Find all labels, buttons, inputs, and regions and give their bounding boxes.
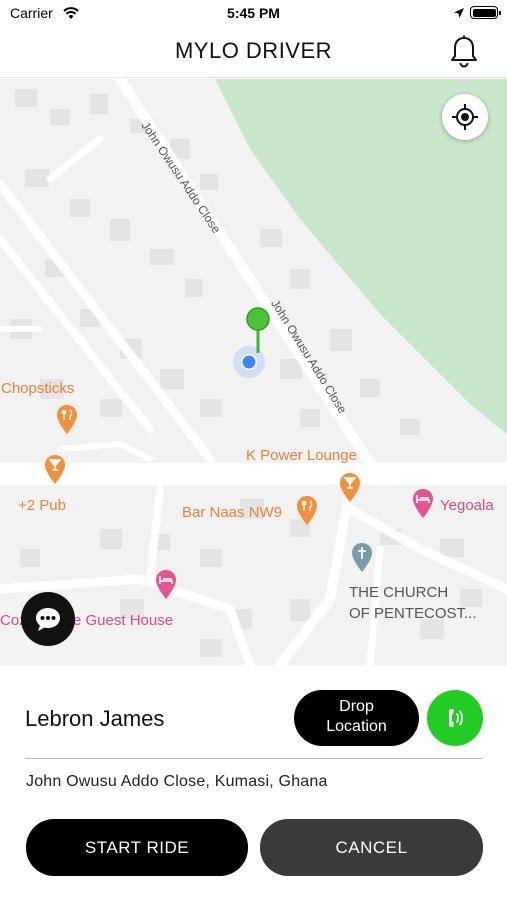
drop-button-line1: Drop xyxy=(339,698,374,715)
place-label-guest-house[interactable]: e Guest House xyxy=(73,612,173,629)
church-icon[interactable] xyxy=(351,542,373,574)
chat-bubble-icon xyxy=(36,608,60,631)
restaurant-icon[interactable] xyxy=(56,404,78,436)
rider-name: Lebron James xyxy=(25,706,165,731)
bar-icon[interactable] xyxy=(44,454,66,486)
page-title: MYLO DRIVER xyxy=(174,38,333,63)
status-bar: Carrier 5:45 PM xyxy=(0,0,507,28)
chat-button[interactable] xyxy=(21,592,75,646)
place-label-bar-naas[interactable]: Bar Naas NW9 xyxy=(182,504,282,521)
place-label-yegoala[interactable]: Yegoala xyxy=(440,497,494,514)
recenter-button[interactable] xyxy=(442,94,488,140)
place-label-church-line1[interactable]: THE CHURCH xyxy=(349,584,448,601)
bar-icon[interactable] xyxy=(339,472,361,504)
divider xyxy=(25,758,483,759)
phone-icon xyxy=(449,709,463,727)
drop-button-line2: Location xyxy=(326,718,387,735)
map-view[interactable]: John Owusu Addo Close John Owusu Addo Cl… xyxy=(0,79,507,665)
place-label-church-line2[interactable]: OF PENTECOST... xyxy=(349,605,477,622)
bell-icon[interactable] xyxy=(448,34,480,70)
place-label-k-power-lounge[interactable]: K Power Lounge xyxy=(246,447,357,464)
call-button[interactable] xyxy=(427,690,483,746)
drop-location-button[interactable]: Drop Location xyxy=(294,690,419,746)
clock-time: 5:45 PM xyxy=(227,5,280,21)
cancel-button[interactable]: CANCEL xyxy=(260,819,483,876)
nav-bar: MYLO DRIVER xyxy=(0,28,507,78)
place-label-pub[interactable]: +2 Pub xyxy=(18,497,66,514)
lodging-icon[interactable] xyxy=(155,569,177,601)
battery-icon xyxy=(470,6,501,19)
crosshair-icon xyxy=(452,104,478,130)
pickup-address: John Owusu Addo Close, Kumasi, Ghana xyxy=(26,773,328,790)
start-ride-button[interactable]: START RIDE xyxy=(26,819,248,876)
lodging-icon[interactable] xyxy=(412,488,434,520)
current-location-marker xyxy=(233,346,265,378)
location-arrow-icon xyxy=(454,8,464,18)
ride-details-sheet: Lebron James Drop Location John Owusu Ad… xyxy=(0,665,507,900)
restaurant-icon[interactable] xyxy=(296,495,318,527)
place-label-chopsticks[interactable]: Chopsticks xyxy=(1,380,74,397)
